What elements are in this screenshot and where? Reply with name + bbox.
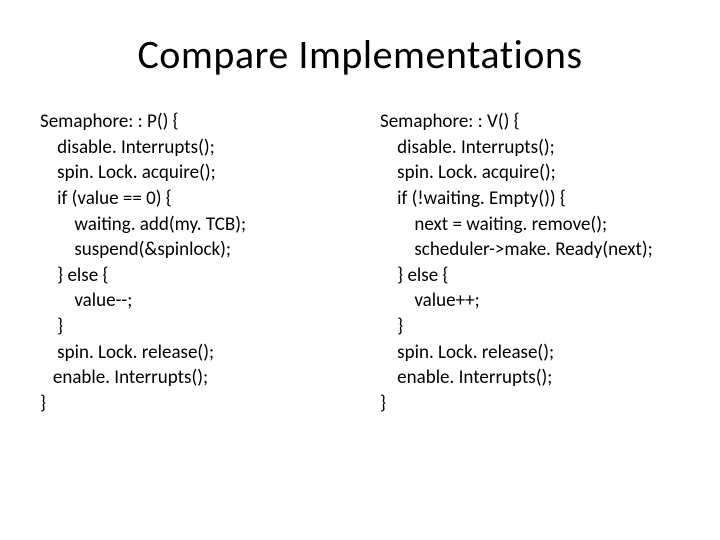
code-line: Semaphore: : P() { (40, 109, 340, 135)
code-line: Semaphore: : V() { (380, 109, 680, 135)
code-line: if (!waiting. Empty()) { (380, 186, 680, 212)
code-line: value--; (40, 288, 340, 314)
code-line: next = waiting. remove(); (380, 212, 680, 238)
code-line: } (380, 314, 680, 340)
left-column: Semaphore: : P() { disable. Interrupts()… (40, 109, 340, 417)
code-line: disable. Interrupts(); (380, 135, 680, 161)
code-line: } (40, 314, 340, 340)
code-line: } (380, 391, 680, 417)
code-line: scheduler->make. Ready(next); (380, 237, 680, 263)
code-line: spin. Lock. release(); (40, 340, 340, 366)
code-line: enable. Interrupts(); (40, 365, 340, 391)
code-line: } else { (40, 263, 340, 289)
code-line: enable. Interrupts(); (380, 365, 680, 391)
code-line: spin. Lock. acquire(); (380, 160, 680, 186)
code-line: value++; (380, 288, 680, 314)
code-line: spin. Lock. release(); (380, 340, 680, 366)
code-line: spin. Lock. acquire(); (40, 160, 340, 186)
code-line: if (value == 0) { (40, 186, 340, 212)
slide-title: Compare Implementations (40, 30, 680, 79)
code-line: } (40, 391, 340, 417)
right-column: Semaphore: : V() { disable. Interrupts()… (380, 109, 680, 417)
code-line: disable. Interrupts(); (40, 135, 340, 161)
code-line: waiting. add(my. TCB); (40, 212, 340, 238)
columns: Semaphore: : P() { disable. Interrupts()… (40, 109, 680, 417)
code-line: suspend(&spinlock); (40, 237, 340, 263)
code-line: } else { (380, 263, 680, 289)
slide: Compare Implementations Semaphore: : P()… (0, 0, 720, 540)
